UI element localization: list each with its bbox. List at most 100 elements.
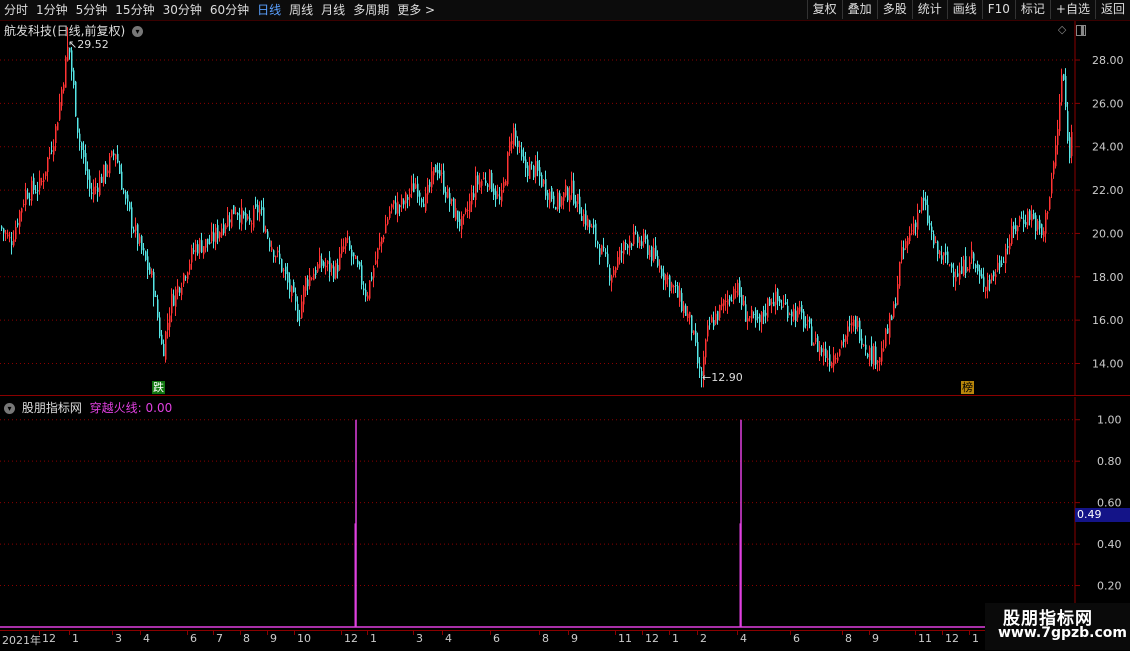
candle-body	[771, 302, 773, 305]
x-tick-label: 12	[645, 632, 659, 645]
candle-body	[45, 171, 47, 177]
candle-body	[697, 341, 699, 364]
high-price-note: ↖29.52	[68, 38, 109, 51]
candle-body	[271, 247, 273, 251]
candle-body	[1065, 76, 1067, 107]
candle-body	[987, 279, 989, 291]
chevron-down-icon[interactable]: ▾	[4, 403, 15, 414]
period-tab[interactable]: 60分钟	[206, 0, 253, 20]
x-tick-label: 4	[740, 632, 747, 645]
candle-body	[347, 238, 349, 240]
action-buttons: 复权 叠加 多股 统计 画线 F10 标记 +自选 返回	[806, 0, 1130, 20]
x-tick-label: 1	[370, 632, 377, 645]
candle-body	[1003, 261, 1005, 263]
candle-body	[237, 212, 239, 216]
candle-body	[35, 192, 37, 194]
period-tab[interactable]: 周线	[285, 0, 317, 20]
toolbar-button[interactable]: F10	[981, 0, 1015, 19]
candle-body	[239, 214, 241, 223]
toolbar-button[interactable]: 标记	[1014, 0, 1050, 19]
x-tick-label: 11	[918, 632, 932, 645]
x-tick-mark	[615, 631, 616, 635]
kline-chart[interactable]: 14.00 16.00 18.00 20.00 22.00 24.00 26.00 28.00	[0, 21, 1130, 396]
candle-body	[841, 341, 843, 346]
period-tab[interactable]: 5分钟	[72, 0, 112, 20]
toolbar-button[interactable]: 画线	[946, 0, 982, 19]
candle-body	[775, 291, 777, 305]
split-view-icon[interactable]: ▐	[1075, 25, 1086, 36]
period-tab[interactable]: 分时	[0, 0, 32, 20]
candle-body	[495, 191, 497, 200]
candle-body	[363, 288, 365, 291]
candle-body	[65, 57, 67, 88]
x-tick-label: 6	[793, 632, 800, 645]
candle-body	[1053, 162, 1055, 175]
candle-body	[79, 133, 81, 142]
candle-body	[343, 246, 345, 250]
candle-body	[337, 264, 339, 272]
candle-body	[509, 141, 511, 151]
candle-body	[483, 177, 485, 180]
candle-body	[635, 230, 637, 232]
candle-body	[1051, 178, 1053, 194]
indicator-line-label: 穿越火线: 0.00	[89, 401, 173, 415]
candle-body	[411, 183, 413, 191]
toolbar-button[interactable]: 多股	[876, 0, 912, 19]
candle-body	[585, 210, 587, 226]
candle-body	[503, 181, 505, 188]
period-tab[interactable]: 日线	[253, 0, 285, 20]
toolbar-button[interactable]: +自选	[1049, 0, 1095, 19]
period-tab[interactable]: 30分钟	[159, 0, 206, 20]
period-tab[interactable]: 月线	[317, 0, 349, 20]
candle-body	[175, 289, 177, 307]
period-tab[interactable]: 15分钟	[111, 0, 158, 20]
candle-body	[1015, 225, 1017, 232]
indicator-chart[interactable]: 0.200.400.600.801.00	[0, 397, 1130, 629]
candle-body	[487, 184, 489, 187]
candle-body	[341, 246, 343, 254]
x-tick-label: 2	[700, 632, 707, 645]
candle-body	[273, 250, 275, 257]
period-tab[interactable]: 更多 >	[393, 0, 439, 20]
diamond-icon[interactable]: ◇	[1058, 23, 1066, 36]
period-tab[interactable]: 1分钟	[32, 0, 72, 20]
candle-body	[163, 343, 165, 357]
candle-body	[429, 181, 431, 187]
toolbar-button[interactable]: 返回	[1094, 0, 1130, 19]
y-tick-label: 0.40	[1097, 538, 1122, 551]
candle-body	[467, 210, 469, 212]
x-tick-label: 12	[42, 632, 56, 645]
candle-body	[623, 242, 625, 255]
candle-body	[393, 200, 395, 204]
candle-body	[547, 192, 549, 200]
candle-body	[723, 299, 725, 306]
period-tab[interactable]: 多周期	[349, 0, 393, 20]
toolbar-button[interactable]: 复权	[806, 0, 842, 19]
candle-body	[379, 241, 381, 247]
candle-body	[47, 157, 49, 173]
candle-body	[579, 196, 581, 214]
candle-body	[275, 256, 277, 258]
candle-body	[247, 216, 249, 219]
chevron-down-icon[interactable]: ▾	[132, 26, 144, 37]
candle-body	[849, 323, 851, 325]
candle-body	[875, 346, 877, 365]
candle-body	[53, 146, 55, 155]
toolbar-button[interactable]: 统计	[911, 0, 947, 19]
candle-body	[119, 164, 121, 174]
candle-body	[419, 192, 421, 197]
candle-body	[597, 241, 599, 245]
candle-body	[85, 153, 87, 171]
toolbar-button[interactable]: 叠加	[841, 0, 877, 19]
candle-body	[183, 273, 185, 284]
candle-body	[377, 248, 379, 259]
candle-body	[675, 285, 677, 287]
candle-body	[677, 285, 679, 298]
candle-body	[843, 338, 845, 342]
candle-body	[827, 358, 829, 360]
candle-body	[117, 153, 119, 163]
candle-body	[865, 344, 867, 350]
candle-body	[589, 220, 591, 227]
candle-body	[375, 260, 377, 264]
candle-body	[537, 160, 539, 171]
